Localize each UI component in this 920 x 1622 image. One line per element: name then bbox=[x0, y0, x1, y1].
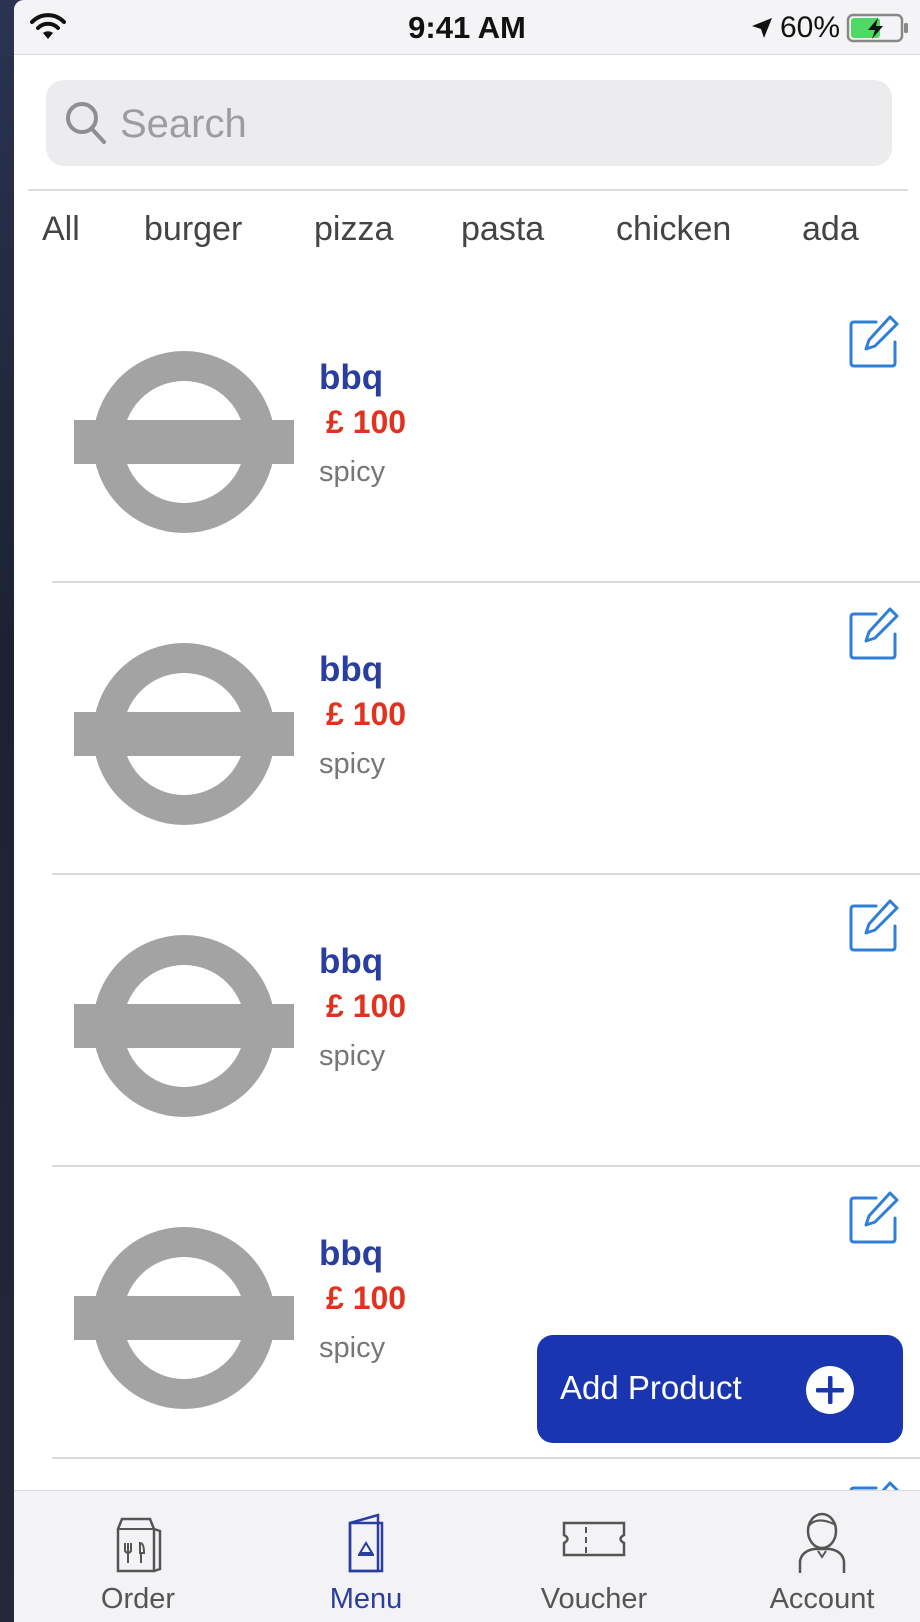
category-tab-chicken[interactable]: chicken bbox=[616, 210, 731, 249]
category-tab-pizza[interactable]: pizza bbox=[314, 210, 393, 249]
battery-percent: 60% bbox=[779, 11, 840, 44]
add-product-label: Add Product bbox=[560, 1369, 742, 1406]
placeholder-logo-icon bbox=[74, 1227, 294, 1409]
product-name: bbq bbox=[319, 358, 384, 397]
category-tabs: All burger pizza pasta chicken ada bbox=[14, 210, 920, 270]
battery-charging-icon bbox=[846, 13, 908, 43]
tab-voucher[interactable]: Voucher bbox=[484, 1491, 704, 1622]
placeholder-logo-icon bbox=[74, 351, 294, 533]
tab-label: Account bbox=[769, 1583, 875, 1615]
edit-icon[interactable] bbox=[848, 898, 900, 954]
product-name: bbq bbox=[319, 942, 384, 981]
status-right: 60% bbox=[750, 10, 910, 46]
shopping-bag-icon bbox=[116, 1517, 162, 1573]
product-description: spicy bbox=[319, 1040, 386, 1072]
category-tab-all[interactable]: All bbox=[42, 210, 80, 249]
location-arrow-icon bbox=[751, 18, 772, 38]
plus-circle-icon bbox=[806, 1366, 854, 1414]
ticket-icon bbox=[562, 1521, 626, 1557]
product-name: bbq bbox=[319, 1234, 384, 1273]
edit-icon[interactable] bbox=[848, 314, 900, 370]
product-description: spicy bbox=[319, 748, 386, 780]
product-price: £ 100 bbox=[326, 696, 407, 732]
status-bar: 9:41 AM 60% bbox=[14, 0, 920, 55]
category-tab-pasta[interactable]: pasta bbox=[461, 210, 544, 249]
product-list: bbq £ 100 spicy bbq £ 100 spicy bbq £ 10… bbox=[14, 290, 920, 1534]
search-bar bbox=[46, 80, 892, 168]
product-description: spicy bbox=[319, 456, 386, 488]
add-product-button[interactable]: Add Product bbox=[537, 1335, 903, 1443]
product-row[interactable]: bbq £ 100 spicy bbox=[14, 290, 920, 583]
product-price: £ 100 bbox=[326, 404, 407, 440]
product-row[interactable]: bbq £ 100 spicy bbox=[14, 582, 920, 875]
product-description: spicy bbox=[319, 1332, 386, 1364]
placeholder-logo-icon bbox=[74, 643, 294, 825]
edit-icon[interactable] bbox=[848, 1190, 900, 1246]
menu-booklet-icon bbox=[348, 1513, 384, 1573]
app-screen: 9:41 AM 60% All burger pizza pasta chic bbox=[14, 0, 920, 1622]
product-divider bbox=[52, 1457, 920, 1459]
search-input[interactable] bbox=[118, 80, 862, 168]
tab-account[interactable]: Account bbox=[712, 1491, 920, 1622]
search-icon bbox=[66, 102, 106, 144]
tab-order[interactable]: Order bbox=[28, 1491, 248, 1622]
category-tab-ada[interactable]: ada bbox=[802, 210, 859, 249]
category-tab-burger[interactable]: burger bbox=[144, 210, 242, 249]
tab-label: Menu bbox=[329, 1583, 403, 1615]
edit-icon[interactable] bbox=[848, 606, 900, 662]
tab-label: Order bbox=[100, 1583, 176, 1615]
product-price: £ 100 bbox=[326, 988, 407, 1024]
product-row[interactable]: bbq £ 100 spicy bbox=[14, 874, 920, 1167]
product-name: bbq bbox=[319, 650, 384, 689]
tab-label: Voucher bbox=[540, 1583, 648, 1615]
tab-menu[interactable]: Menu bbox=[256, 1491, 476, 1622]
product-price: £ 100 bbox=[326, 1280, 407, 1316]
placeholder-logo-icon bbox=[74, 935, 294, 1117]
search-divider bbox=[28, 189, 908, 191]
tab-bar: Order Menu Voucher Account bbox=[14, 1490, 920, 1622]
user-icon bbox=[798, 1512, 846, 1573]
